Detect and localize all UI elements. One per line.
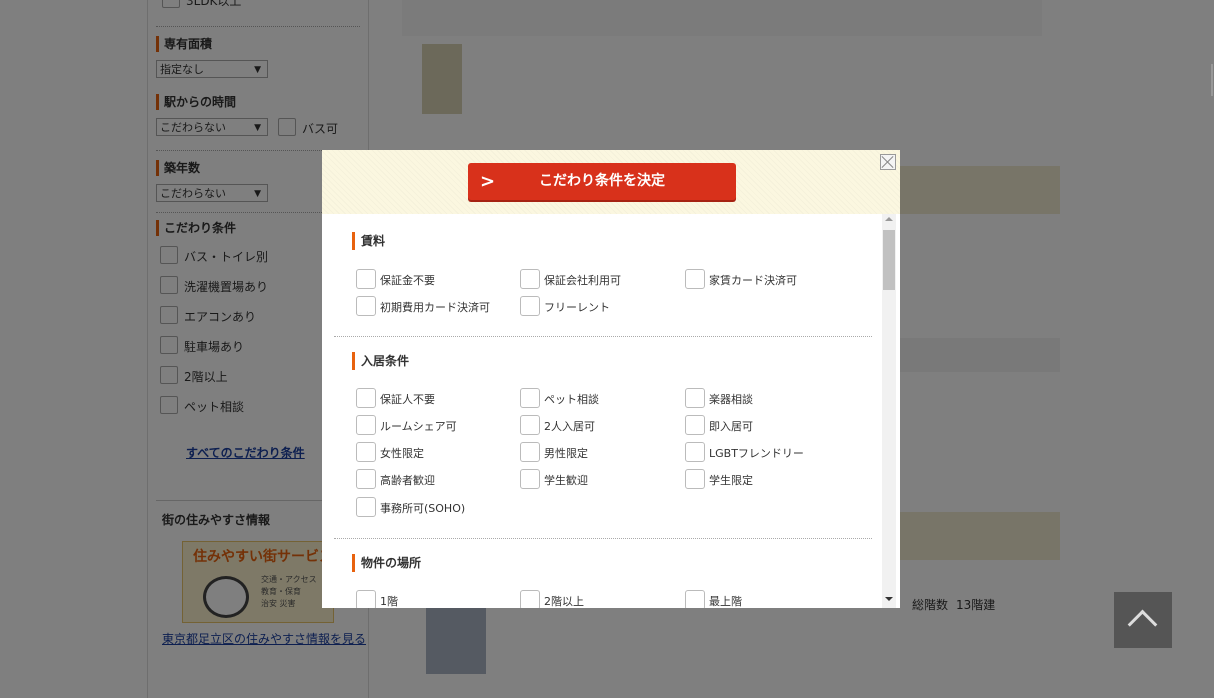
window-edge bbox=[1211, 64, 1213, 96]
option-label: 事務所可(SOHO) bbox=[380, 502, 466, 515]
modal-body: 賃料 保証金不要 保証会社利用可 家賃カード決済可 初期費用カード決済可 フリー… bbox=[322, 214, 900, 608]
chevron-right-icon: > bbox=[480, 171, 496, 192]
option-checkbox[interactable] bbox=[356, 497, 376, 517]
scroll-up-icon[interactable] bbox=[885, 217, 893, 221]
option-checkbox[interactable] bbox=[520, 469, 540, 489]
option-checkbox[interactable] bbox=[685, 469, 705, 489]
option-label: ルームシェア可 bbox=[380, 420, 457, 433]
option-label: 2階以上 bbox=[544, 595, 584, 608]
option-label: 学生限定 bbox=[709, 474, 753, 487]
option-label: ペット相談 bbox=[544, 393, 599, 406]
scroll-top-button[interactable] bbox=[1114, 592, 1172, 648]
option-checkbox[interactable] bbox=[356, 415, 376, 435]
option-label: 楽器相談 bbox=[709, 393, 753, 406]
option-checkbox[interactable] bbox=[685, 269, 705, 289]
option-checkbox[interactable] bbox=[520, 442, 540, 462]
section-title-rent: 賃料 bbox=[352, 232, 385, 250]
option-label: 保証会社利用可 bbox=[544, 274, 621, 287]
option-label: 男性限定 bbox=[544, 447, 588, 460]
option-label: 家賃カード決済可 bbox=[709, 274, 797, 287]
scroll-down-icon[interactable] bbox=[885, 597, 893, 601]
scrollbar-thumb[interactable] bbox=[883, 230, 895, 290]
option-checkbox[interactable] bbox=[356, 269, 376, 289]
option-checkbox[interactable] bbox=[685, 590, 705, 608]
option-checkbox[interactable] bbox=[520, 590, 540, 608]
decide-button[interactable]: > こだわり条件を決定 bbox=[468, 163, 736, 200]
section-divider bbox=[334, 336, 872, 337]
section-title-conditions: 入居条件 bbox=[352, 352, 409, 370]
option-label: 最上階 bbox=[709, 595, 742, 608]
section-title-location: 物件の場所 bbox=[352, 554, 421, 572]
modal-scrollbar[interactable] bbox=[882, 214, 896, 608]
option-label: 学生歓迎 bbox=[544, 474, 588, 487]
option-label: 初期費用カード決済可 bbox=[380, 301, 490, 314]
close-icon[interactable] bbox=[880, 154, 896, 170]
option-label: 保証人不要 bbox=[380, 393, 435, 406]
option-checkbox[interactable] bbox=[356, 388, 376, 408]
option-label: フリーレント bbox=[544, 301, 610, 314]
modal-header: > こだわり条件を決定 bbox=[322, 150, 900, 214]
option-label: 女性限定 bbox=[380, 447, 424, 460]
option-checkbox[interactable] bbox=[685, 415, 705, 435]
option-label: LGBTフレンドリー bbox=[709, 447, 804, 460]
option-label: 1階 bbox=[380, 595, 398, 608]
option-checkbox[interactable] bbox=[520, 296, 540, 316]
option-checkbox[interactable] bbox=[356, 442, 376, 462]
option-checkbox[interactable] bbox=[356, 469, 376, 489]
features-modal: > こだわり条件を決定 賃料 保証金不要 保証会社利用可 家賃カード決済可 初期… bbox=[322, 150, 900, 608]
section-divider bbox=[334, 538, 872, 539]
option-checkbox[interactable] bbox=[356, 296, 376, 316]
option-label: 高齢者歓迎 bbox=[380, 474, 435, 487]
option-checkbox[interactable] bbox=[685, 442, 705, 462]
option-checkbox[interactable] bbox=[520, 388, 540, 408]
option-label: 2人入居可 bbox=[544, 420, 595, 433]
option-checkbox[interactable] bbox=[356, 590, 376, 608]
option-checkbox[interactable] bbox=[520, 415, 540, 435]
option-label: 即入居可 bbox=[709, 420, 753, 433]
option-label: 保証金不要 bbox=[380, 274, 435, 287]
option-checkbox[interactable] bbox=[520, 269, 540, 289]
option-checkbox[interactable] bbox=[685, 388, 705, 408]
decide-button-label: こだわり条件を決定 bbox=[539, 173, 665, 189]
